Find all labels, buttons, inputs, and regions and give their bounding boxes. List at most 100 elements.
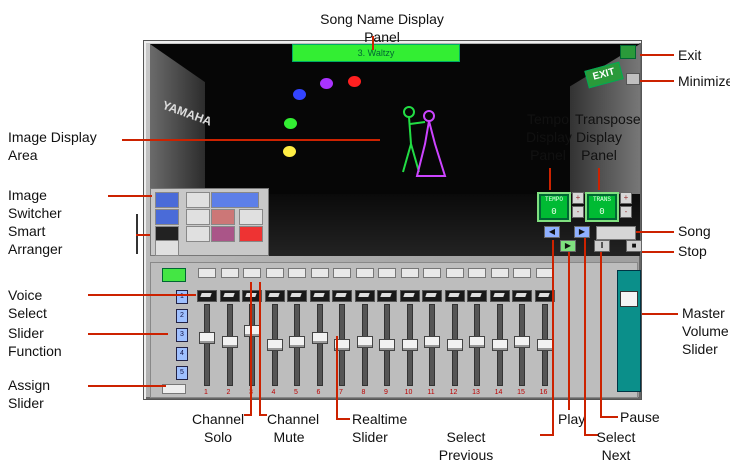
realtime-slider-track[interactable] [204,304,210,386]
realtime-slider-knob[interactable] [244,325,260,337]
pause-button[interactable]: ‖ [594,240,610,252]
voice-select-button[interactable] [399,290,420,302]
realtime-slider-knob[interactable] [221,335,238,348]
channel-solo-mute-buttons[interactable] [490,268,509,278]
channel-solo-mute-buttons[interactable] [378,268,396,278]
channel-solo-mute-buttons[interactable] [243,268,261,278]
channel-solo-mute-buttons[interactable] [355,268,374,278]
voice-select-button[interactable] [287,290,307,302]
tempo-display: TEMPO 0 [537,192,571,222]
realtime-slider-knob[interactable] [266,339,283,351]
channel-solo-mute-buttons[interactable] [400,268,419,278]
voice-select-button[interactable] [467,290,487,302]
realtime-slider-knob[interactable] [356,335,373,348]
transpose-label: TRANS [592,196,611,203]
channel-solo-mute-buttons[interactable] [445,268,464,278]
realtime-slider-knob[interactable] [491,339,508,351]
voice-select-button[interactable] [332,290,352,302]
select-next-button[interactable]: ▶ [574,226,590,238]
mixer-channel: 13 [465,268,487,398]
slider-function-header[interactable] [162,268,186,282]
realtime-slider-knob[interactable] [536,339,553,351]
arranger-button-2[interactable] [211,192,259,208]
voice-select-button[interactable] [512,290,532,302]
voice-select-button[interactable] [377,290,397,302]
voice-select-button[interactable] [219,290,240,302]
label-image-display-area: Image Display Area [8,129,97,163]
arranger-button-9[interactable] [239,226,263,242]
label-song: Song [678,223,711,239]
callout-line [600,416,618,418]
light-ball-green [284,118,297,129]
realtime-slider-knob[interactable] [469,335,485,348]
voice-select-button[interactable] [354,290,375,302]
realtime-slider-knob[interactable] [379,339,395,351]
callout-line [372,36,374,50]
channel-solo-mute-buttons[interactable] [423,268,441,278]
realtime-slider-track[interactable] [316,304,323,386]
voice-select-button[interactable] [444,290,465,302]
image-switcher-button-1[interactable] [155,192,179,208]
master-volume-slider[interactable] [617,270,641,392]
voice-select-button[interactable] [309,290,330,302]
callout-line [640,54,674,56]
arranger-button-7[interactable] [186,226,210,242]
label-select-next: Select Next [596,429,636,463]
channel-solo-mute-buttons[interactable] [220,268,239,278]
channel-number: 12 [449,389,458,396]
play-button[interactable]: ▶ [560,240,576,252]
light-ball-purple [320,78,333,89]
arranger-button-1[interactable] [186,192,210,208]
arranger-button-4[interactable] [186,209,210,225]
slider-function-button-3[interactable]: 3 [176,328,188,342]
slider-function-button-4[interactable]: 4 [176,347,188,361]
channel-solo-mute-buttons[interactable] [310,268,329,278]
realtime-slider-knob[interactable] [289,335,305,348]
exit-button[interactable] [620,45,636,59]
voice-select-button[interactable] [197,290,217,302]
voice-select-button[interactable] [264,290,285,302]
tempo-down-button[interactable]: - [572,206,584,218]
song-button[interactable] [596,226,636,240]
transpose-up-button[interactable]: + [620,192,632,204]
label-channel-mute: Channel Mute [267,411,320,445]
voice-select-button[interactable] [422,290,442,302]
channel-solo-mute-buttons[interactable] [468,268,486,278]
channel-solo-mute-buttons[interactable] [198,268,216,278]
realtime-slider-knob[interactable] [311,332,328,344]
realtime-slider-knob[interactable] [424,335,440,348]
master-volume-knob[interactable] [620,291,638,307]
arranger-button-6[interactable] [239,209,263,225]
select-previous-button[interactable]: ◀ [544,226,560,238]
tempo-label: TEMPO [544,196,563,203]
arranger-button-10[interactable] [155,240,179,256]
realtime-slider-knob[interactable] [514,335,530,348]
slider-function-button-1[interactable]: 1 [176,290,188,304]
realtime-slider-knob[interactable] [446,339,463,351]
channel-number: 5 [294,389,298,396]
smart-arranger-panel [150,188,269,256]
label-image-switcher: Image Switcher [8,187,62,221]
tempo-up-button[interactable]: + [572,192,584,204]
channel-solo-mute-buttons[interactable] [288,268,306,278]
callout-line [540,434,554,436]
channel-solo-mute-buttons[interactable] [535,268,554,278]
arranger-button-5[interactable] [211,209,235,225]
callout-line [336,336,338,420]
channel-solo-mute-buttons[interactable] [265,268,284,278]
label-minimize: Minimize [678,73,730,89]
transpose-down-button[interactable]: - [620,206,632,218]
channel-solo-mute-buttons[interactable] [513,268,531,278]
channel-solo-mute-buttons[interactable] [333,268,351,278]
slider-function-button-5[interactable]: 5 [176,366,188,380]
label-smart-arranger: Smart Arranger [8,223,63,257]
realtime-slider-knob[interactable] [401,339,418,351]
voice-select-button[interactable] [489,290,510,302]
minimize-button[interactable] [626,73,640,85]
image-switcher-button-2[interactable] [155,209,179,225]
realtime-slider-knob[interactable] [199,332,215,344]
stop-button[interactable]: ■ [626,240,642,252]
arranger-button-8[interactable] [211,226,235,242]
slider-function-button-2[interactable]: 2 [176,309,188,323]
callout-line [259,282,261,416]
